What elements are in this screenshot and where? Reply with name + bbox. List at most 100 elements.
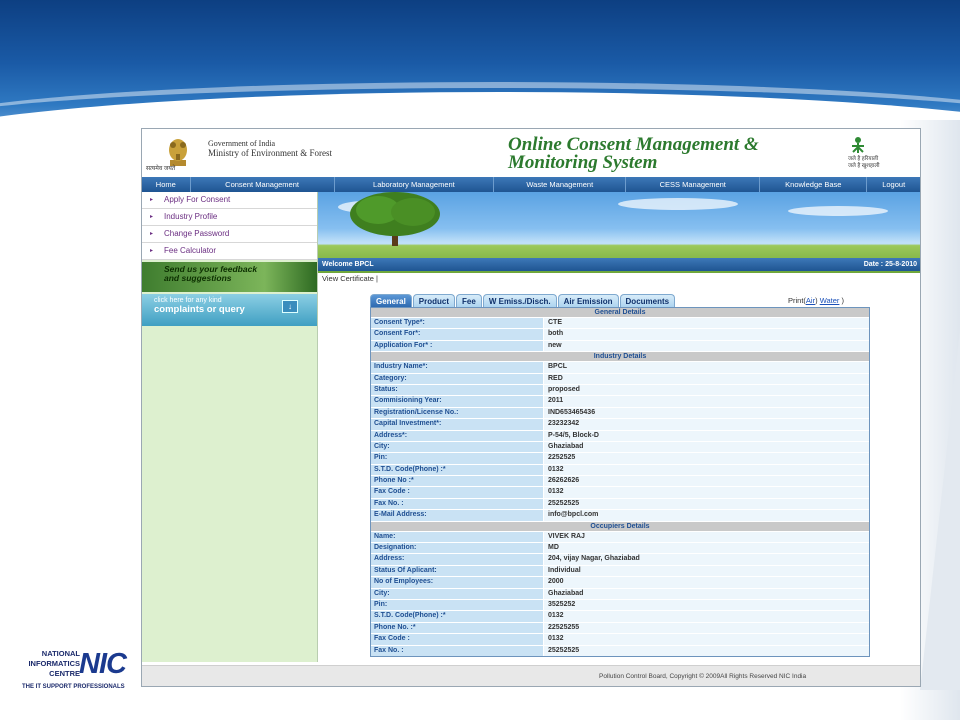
field-label: Commisioning Year: — [371, 396, 543, 407]
field-value: 2011 — [543, 396, 869, 407]
copyright-text: Pollution Control Board, Copyright © 200… — [599, 673, 807, 680]
tab-general[interactable]: General — [370, 294, 412, 308]
tab-documents[interactable]: Documents — [619, 294, 676, 308]
sidebar-item-industry-profile[interactable]: ▸ Industry Profile — [142, 209, 317, 226]
field-value: 0132 — [543, 487, 869, 498]
nav-consent-management[interactable]: Consent Management — [191, 177, 335, 192]
field-value: Ghaziabad — [543, 441, 869, 453]
tab-w-emiss-disch[interactable]: W Emiss./Disch. — [482, 294, 557, 308]
diagonal-accent — [920, 330, 960, 690]
system-title-line2: Monitoring System — [508, 152, 658, 173]
nav-home[interactable]: Home — [142, 177, 191, 192]
table-row: Status: proposed — [371, 384, 869, 397]
nic-tagline: THE IT SUPPORT PROFESSIONALS — [22, 684, 125, 690]
nic-logo: NATIONAL INFORMATICS CENTRE NIC THE IT S… — [22, 648, 130, 693]
nic-words: NATIONAL INFORMATICS CENTRE — [22, 649, 80, 679]
field-value: 204, vijay Nagar, Ghaziabad — [543, 554, 869, 565]
field-value: 0132 — [543, 464, 869, 476]
bullet-arrow-icon: ▸ — [150, 214, 154, 220]
field-label: Fax Code : — [371, 634, 543, 645]
sidebar-item-label: Industry Profile — [164, 212, 218, 221]
field-value: Individual — [543, 565, 869, 577]
table-row: Consent Type*: CTE — [371, 318, 869, 330]
print-air-link[interactable]: Air — [806, 296, 815, 305]
view-certificate-link[interactable]: View Certificate | — [322, 274, 378, 283]
print-water-link[interactable]: Water — [820, 296, 840, 305]
field-label: Industry Name*: — [371, 362, 543, 373]
hindi-tagline-2: जले है खुशहाली — [848, 163, 880, 169]
field-value: CTE — [543, 318, 869, 329]
emblem-motto: सत्यमेव जयते — [146, 166, 176, 172]
nav-waste-management[interactable]: Waste Management — [494, 177, 627, 192]
field-label: Address*: — [371, 430, 543, 441]
field-value: Ghaziabad — [543, 588, 869, 599]
bullet-arrow-icon: ▸ — [150, 248, 154, 254]
detail-tabs: General Product Fee W Emiss./Disch. Air … — [370, 294, 676, 308]
field-label: City: — [371, 588, 543, 599]
print-end: ) — [841, 296, 845, 305]
welcome-bar: Welcome BPCL Date : 25-8-2010 — [318, 258, 920, 271]
table-row: Registration/License No.: IND653465436 — [371, 407, 869, 420]
field-label: Pin: — [371, 453, 543, 464]
nic-big-letters: NIC — [79, 648, 127, 680]
cloud — [618, 198, 738, 210]
site-header: सत्यमेव जयते Government of India Ministr… — [142, 129, 920, 177]
tab-fee[interactable]: Fee — [456, 294, 482, 308]
field-value: 25252525 — [543, 498, 869, 510]
section-occupiers-details: Occupiers Details — [371, 521, 869, 532]
hindi-tagline: जले है हरियाली जले है खुशहाली — [848, 156, 918, 170]
table-row: E-Mail Address: info@bpcl.com — [371, 510, 869, 522]
table-row: No of Employees: 2000 — [371, 577, 869, 589]
nav-laboratory-management[interactable]: Laboratory Management — [335, 177, 495, 192]
page-footer: Pollution Control Board, Copyright © 200… — [142, 665, 920, 686]
table-row: Industry Name*: BPCL — [371, 362, 869, 374]
tab-air-emission[interactable]: Air Emission — [557, 294, 619, 308]
field-value: P-54/5, Block-D — [543, 430, 869, 441]
main-nav: Home Consent Management Laboratory Manag… — [142, 177, 920, 192]
table-row: Consent For*: both — [371, 329, 869, 341]
complaint-banner[interactable]: click here for any kind complaints or qu… — [142, 294, 317, 326]
field-value: BPCL — [543, 362, 869, 373]
tab-product[interactable]: Product — [412, 294, 456, 308]
environment-logo-icon — [852, 137, 864, 153]
field-value: MD — [543, 543, 869, 554]
nav-logout[interactable]: Logout — [867, 177, 920, 192]
field-value: info@bpcl.com — [543, 510, 869, 521]
bullet-arrow-icon: ▸ — [150, 197, 154, 203]
table-row: Address: 204, vijay Nagar, Ghaziabad — [371, 554, 869, 566]
field-value: 23232342 — [543, 419, 869, 430]
nav-cess-management[interactable]: CESS Management — [626, 177, 761, 192]
nic-line3: CENTRE — [49, 669, 80, 678]
table-row: Phone No. :* 22525255 — [371, 622, 869, 635]
feedback-line2: and suggestions — [164, 273, 232, 283]
field-value: 26262626 — [543, 476, 869, 487]
table-row: Pin: 2252525 — [371, 453, 869, 465]
table-row: Phone No :* 26262626 — [371, 476, 869, 488]
sidebar-item-change-password[interactable]: ▸ Change Password — [142, 226, 317, 243]
welcome-text: Welcome BPCL — [322, 261, 374, 268]
feedback-banner[interactable]: Send us your feedback and suggestions — [142, 262, 317, 292]
table-row: Fax No. :25252525 — [371, 645, 869, 656]
sidebar-item-apply-for-consent[interactable]: ▸ Apply For Consent — [142, 192, 317, 209]
details-table: General Details Consent Type*: CTE Consent… — [370, 307, 870, 657]
field-label: Capital Investment*: — [371, 419, 543, 430]
table-row: Address*: P-54/5, Block-D — [371, 430, 869, 442]
sidebar-item-fee-calculator[interactable]: ▸ Fee Calculator — [142, 243, 317, 260]
cloud — [788, 206, 888, 216]
nic-line2: INFORMATICS — [28, 659, 80, 668]
field-label: Fax Code : — [371, 487, 543, 498]
table-row: S.T.D. Code(Phone) :* 0132 — [371, 464, 869, 477]
field-label: Category: — [371, 373, 543, 384]
sidebar-item-label: Apply For Consent — [164, 195, 231, 204]
field-value: 25252525 — [543, 645, 869, 656]
field-label: Name: — [371, 531, 543, 543]
print-label: Print( — [788, 296, 806, 305]
field-label: E-Mail Address: — [371, 510, 543, 521]
field-label: City: — [371, 441, 543, 453]
ministry-label: Ministry of Environment & Forest — [208, 148, 332, 158]
field-label: Designation: — [371, 543, 543, 554]
application-screenshot: सत्यमेव जयते Government of India Ministr… — [141, 128, 921, 687]
field-label: Pin: — [371, 599, 543, 611]
nav-knowledge-base[interactable]: Knowledge Base — [760, 177, 868, 192]
table-row: Name: VIVEK RAJ — [371, 531, 869, 544]
